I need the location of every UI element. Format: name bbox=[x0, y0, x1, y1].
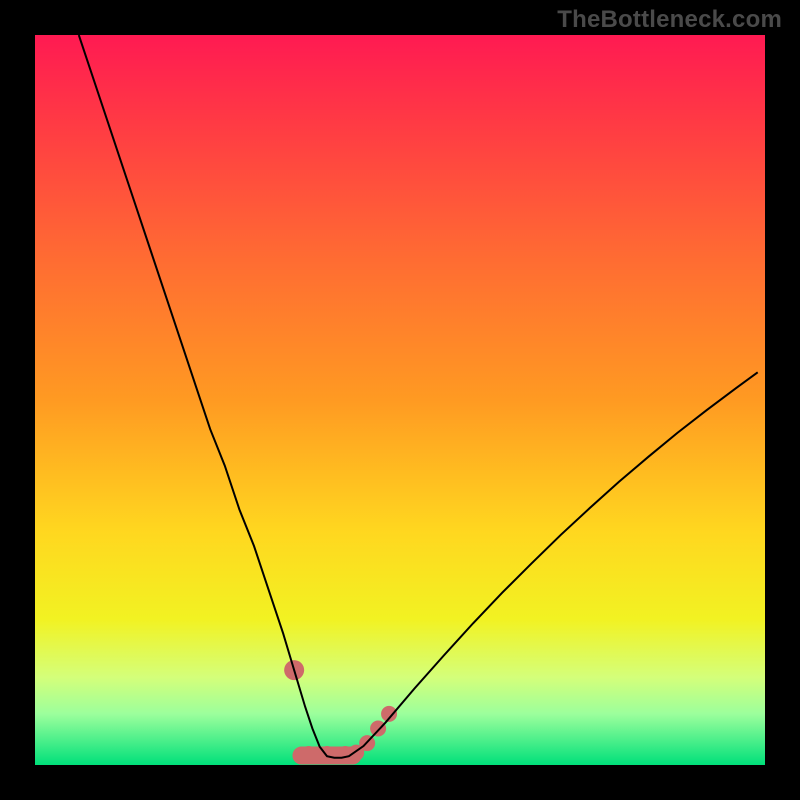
chart-frame: TheBottleneck.com bbox=[0, 0, 800, 800]
bottom-marker-dot bbox=[370, 721, 386, 737]
chart-svg bbox=[35, 35, 765, 765]
bottom-marker-dot bbox=[301, 746, 317, 762]
gradient-background bbox=[35, 35, 765, 765]
watermark-text: TheBottleneck.com bbox=[557, 6, 782, 34]
chart-plot-area bbox=[35, 35, 765, 765]
